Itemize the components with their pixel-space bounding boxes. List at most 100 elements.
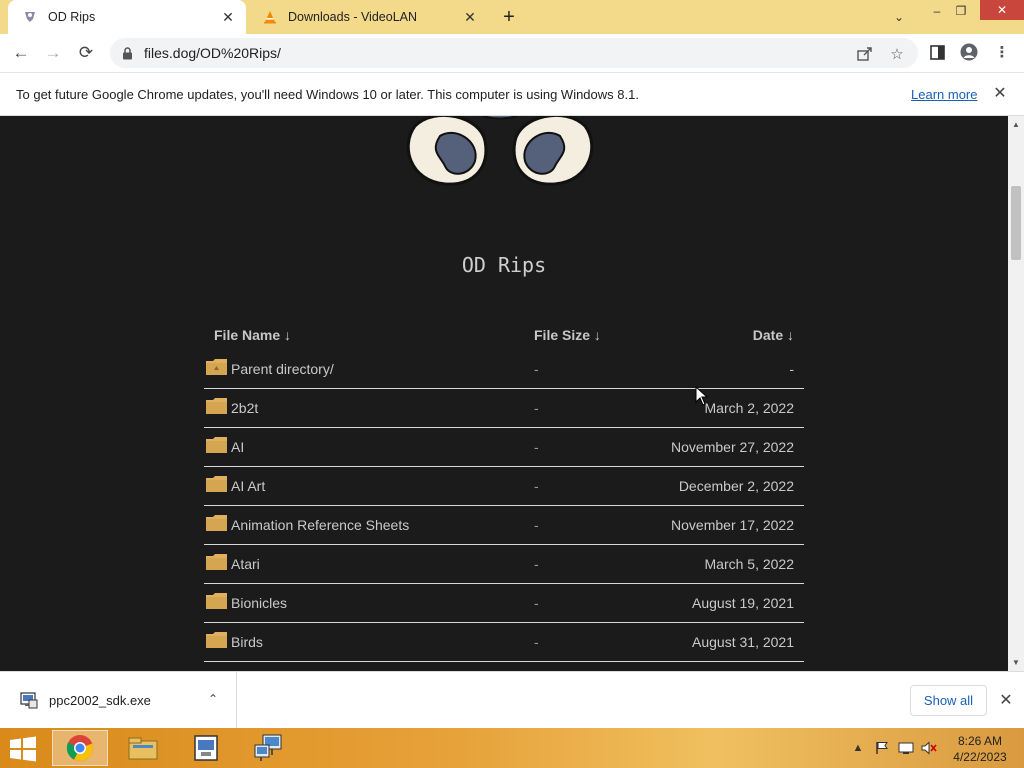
header-file-name[interactable]: File Name ↓ <box>214 327 291 343</box>
file-name[interactable]: Bionicles <box>231 595 287 611</box>
taskbar-installer[interactable] <box>178 730 234 766</box>
table-row[interactable]: Atari - March 5, 2022 <box>204 545 804 584</box>
window-close-button[interactable]: ✕ <box>980 0 1024 20</box>
folder-icon <box>206 476 227 492</box>
restore-button[interactable]: ❐ <box>950 0 972 22</box>
file-size: - <box>534 556 539 572</box>
new-tab-button[interactable]: + <box>498 6 520 28</box>
minimize-button[interactable]: – <box>926 0 948 22</box>
installer-file-icon <box>20 692 38 709</box>
volume-muted-icon[interactable] <box>921 740 937 756</box>
close-download-bar-icon[interactable]: ✕ <box>997 691 1015 709</box>
reload-button[interactable]: ⟳ <box>73 40 99 66</box>
menu-icon[interactable]: ⋮ <box>993 43 1011 61</box>
download-item[interactable]: ppc2002_sdk.exe ⌃ <box>0 672 237 729</box>
file-date: March 2, 2022 <box>704 400 795 416</box>
file-name[interactable]: Birds <box>231 634 263 650</box>
profile-icon[interactable] <box>960 43 978 61</box>
table-row[interactable]: Birds - August 31, 2021 <box>204 623 804 662</box>
back-button[interactable]: ← <box>8 40 34 66</box>
tab-od-rips[interactable]: OD Rips ✕ <box>8 0 246 34</box>
file-name[interactable]: Animation Reference Sheets <box>231 517 409 533</box>
forward-button[interactable]: → <box>40 40 66 66</box>
side-panel-icon[interactable] <box>928 43 946 61</box>
show-all-button[interactable]: Show all <box>910 685 987 716</box>
table-row[interactable]: Parent directory/ - - <box>204 350 804 389</box>
action-center-flag-icon[interactable] <box>874 740 890 756</box>
scroll-up-icon[interactable]: ▲ <box>1011 119 1021 129</box>
file-size: - <box>534 634 539 650</box>
address-bar[interactable]: files.dog/OD%20Rips/ ☆ <box>110 38 918 68</box>
windows-taskbar: ▲ 8:26 AM 4/22/2023 <box>0 728 1024 768</box>
folder-up-icon <box>206 359 227 375</box>
infobar-message: To get future Google Chrome updates, you… <box>16 87 639 102</box>
taskbar-file-explorer[interactable] <box>115 730 171 766</box>
file-date: August 31, 2021 <box>692 634 794 650</box>
close-tab-icon[interactable]: ✕ <box>462 9 478 25</box>
file-size: - <box>534 361 539 377</box>
file-name[interactable]: Atari <box>231 556 260 572</box>
folder-icon <box>206 593 227 609</box>
file-name[interactable]: AI <box>231 439 244 455</box>
taskbar-network-app[interactable] <box>240 730 296 766</box>
header-file-size[interactable]: File Size ↓ <box>534 327 601 343</box>
close-tab-icon[interactable]: ✕ <box>220 9 236 25</box>
browser-toolbar: ← → ⟳ files.dog/OD%20Rips/ ☆ ⋮ <box>0 34 1024 72</box>
vlc-cone-icon <box>262 9 278 25</box>
chrome-icon <box>66 735 93 761</box>
clock-date: 4/22/2023 <box>953 750 1007 764</box>
tab-title: Downloads - VideoLAN <box>288 10 418 24</box>
taskbar-chrome[interactable] <box>52 730 108 766</box>
tab-title: OD Rips <box>48 10 96 24</box>
tab-search-icon[interactable]: ⌄ <box>888 6 910 28</box>
download-bar: ppc2002_sdk.exe ⌃ Show all ✕ <box>0 671 1024 729</box>
file-date: November 17, 2022 <box>671 517 794 533</box>
page-scrollbar[interactable]: ▲ ▼ <box>1008 116 1024 671</box>
scroll-thumb[interactable] <box>1011 186 1021 260</box>
file-size: - <box>534 517 539 533</box>
table-row[interactable]: AI Art - December 2, 2022 <box>204 467 804 506</box>
file-name[interactable]: 2b2t <box>231 400 258 416</box>
scroll-down-icon[interactable]: ▼ <box>1011 657 1021 667</box>
file-size: - <box>534 400 539 416</box>
folder-icon <box>206 515 227 531</box>
file-size: - <box>534 478 539 494</box>
show-hidden-icons-icon[interactable]: ▲ <box>850 740 866 756</box>
close-infobar-icon[interactable]: ✕ <box>991 84 1009 102</box>
file-name[interactable]: AI Art <box>231 478 265 494</box>
system-clock[interactable]: 8:26 AM 4/22/2023 <box>948 733 1012 765</box>
sdk-installer-icon <box>194 735 218 761</box>
chevron-up-icon[interactable]: ⌃ <box>205 691 221 707</box>
file-size: - <box>534 439 539 455</box>
table-row[interactable]: Animation Reference Sheets - November 17… <box>204 506 804 545</box>
tab-videolan[interactable]: Downloads - VideoLAN ✕ <box>248 0 488 34</box>
url-text: files.dog/OD%20Rips/ <box>144 45 281 61</box>
network-computer-icon <box>254 734 282 761</box>
file-date: - <box>789 361 794 377</box>
folder-icon <box>206 437 227 453</box>
file-date: December 2, 2022 <box>678 478 794 494</box>
folder-icon <box>206 554 227 570</box>
tab-strip: OD Rips ✕ Downloads - VideoLAN ✕ + ⌄ – ❐… <box>0 0 1024 34</box>
file-explorer-icon <box>128 737 158 760</box>
od-rips-favicon-icon <box>22 9 38 25</box>
network-icon[interactable] <box>898 740 914 756</box>
mouse-cursor-icon <box>695 386 709 406</box>
screen: OD Rips ✕ Downloads - VideoLAN ✕ + ⌄ – ❐… <box>0 0 1024 768</box>
table-row[interactable]: Bionicles - August 19, 2021 <box>204 584 804 623</box>
page-title: OD Rips <box>461 253 547 277</box>
folder-icon <box>206 632 227 648</box>
file-date: August 19, 2021 <box>692 595 794 611</box>
header-date[interactable]: Date ↓ <box>753 327 794 343</box>
table-row[interactable]: 2b2t - March 2, 2022 <box>204 389 804 428</box>
table-row[interactable]: AI - November 27, 2022 <box>204 428 804 467</box>
windows-start-icon[interactable] <box>8 736 38 762</box>
bookmark-star-icon[interactable]: ☆ <box>888 45 906 63</box>
learn-more-link[interactable]: Learn more <box>911 87 977 102</box>
lock-icon[interactable] <box>120 46 134 60</box>
file-size: - <box>534 595 539 611</box>
file-date: March 5, 2022 <box>704 556 795 572</box>
file-name[interactable]: Parent directory/ <box>231 361 334 377</box>
share-icon[interactable] <box>856 45 874 63</box>
site-logo <box>406 116 594 186</box>
